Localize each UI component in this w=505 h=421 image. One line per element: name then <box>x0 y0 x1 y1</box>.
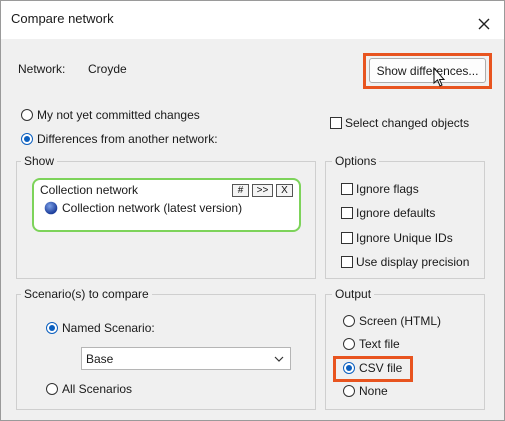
collection-expand-button[interactable]: >> <box>252 184 273 197</box>
use-display-precision-label: Use display precision <box>356 255 470 269</box>
select-changed-objects-label: Select changed objects <box>345 116 470 130</box>
close-icon[interactable] <box>475 15 495 35</box>
collection-network-box[interactable]: Collection network # >> X Collection net… <box>32 178 301 232</box>
use-display-precision-checkbox[interactable] <box>341 256 353 268</box>
collection-network-header: Collection network <box>40 183 139 197</box>
network-globe-icon <box>44 201 58 215</box>
radio-output-screen-html[interactable] <box>343 315 355 327</box>
mouse-cursor-icon <box>433 67 446 87</box>
window-title: Compare network <box>11 11 114 26</box>
radio-output-text-file-label: Text file <box>359 337 400 351</box>
radio-output-none-label: None <box>359 384 388 398</box>
compare-network-dialog: Compare network Network: Croyde Show dif… <box>0 0 505 421</box>
select-changed-objects-checkbox[interactable] <box>330 117 342 129</box>
radio-differences-from-network-label: Differences from another network: <box>37 132 218 146</box>
chevron-down-icon <box>274 356 284 362</box>
ignore-defaults-checkbox[interactable] <box>341 207 353 219</box>
radio-output-screen-html-label: Screen (HTML) <box>359 314 442 328</box>
collection-hash-button[interactable]: # <box>232 184 249 197</box>
show-differences-button[interactable]: Show differences... <box>369 58 486 83</box>
ignore-defaults-label: Ignore defaults <box>356 206 436 220</box>
collection-network-item[interactable]: Collection network (latest version) <box>62 201 242 215</box>
radio-output-csv-file-label: CSV file <box>359 361 403 375</box>
scenario-select-value: Base <box>86 352 114 366</box>
options-group-title: Options <box>332 154 380 168</box>
output-group-title: Output <box>332 287 375 301</box>
ignore-unique-ids-label: Ignore Unique IDs <box>356 231 453 245</box>
radio-differences-from-network[interactable] <box>21 133 33 145</box>
ignore-flags-checkbox[interactable] <box>341 183 353 195</box>
scenarios-group-title: Scenario(s) to compare <box>21 287 152 301</box>
collection-remove-button[interactable]: X <box>276 184 293 197</box>
title-bar: Compare network <box>1 1 504 39</box>
radio-named-scenario[interactable] <box>46 322 58 334</box>
radio-uncommitted-changes[interactable] <box>21 109 33 121</box>
radio-output-csv-file[interactable] <box>343 362 355 374</box>
network-label: Network: <box>18 62 66 76</box>
radio-output-none[interactable] <box>343 385 355 397</box>
radio-all-scenarios-label: All Scenarios <box>62 382 133 396</box>
radio-output-text-file[interactable] <box>343 338 355 350</box>
radio-named-scenario-label: Named Scenario: <box>62 321 155 335</box>
ignore-unique-ids-checkbox[interactable] <box>341 232 353 244</box>
show-group-title: Show <box>21 154 58 168</box>
radio-uncommitted-changes-label: My not yet committed changes <box>37 108 200 122</box>
radio-all-scenarios[interactable] <box>46 383 58 395</box>
scenario-select[interactable]: Base <box>81 347 291 370</box>
network-name: Croyde <box>88 62 127 76</box>
ignore-flags-label: Ignore flags <box>356 182 419 196</box>
